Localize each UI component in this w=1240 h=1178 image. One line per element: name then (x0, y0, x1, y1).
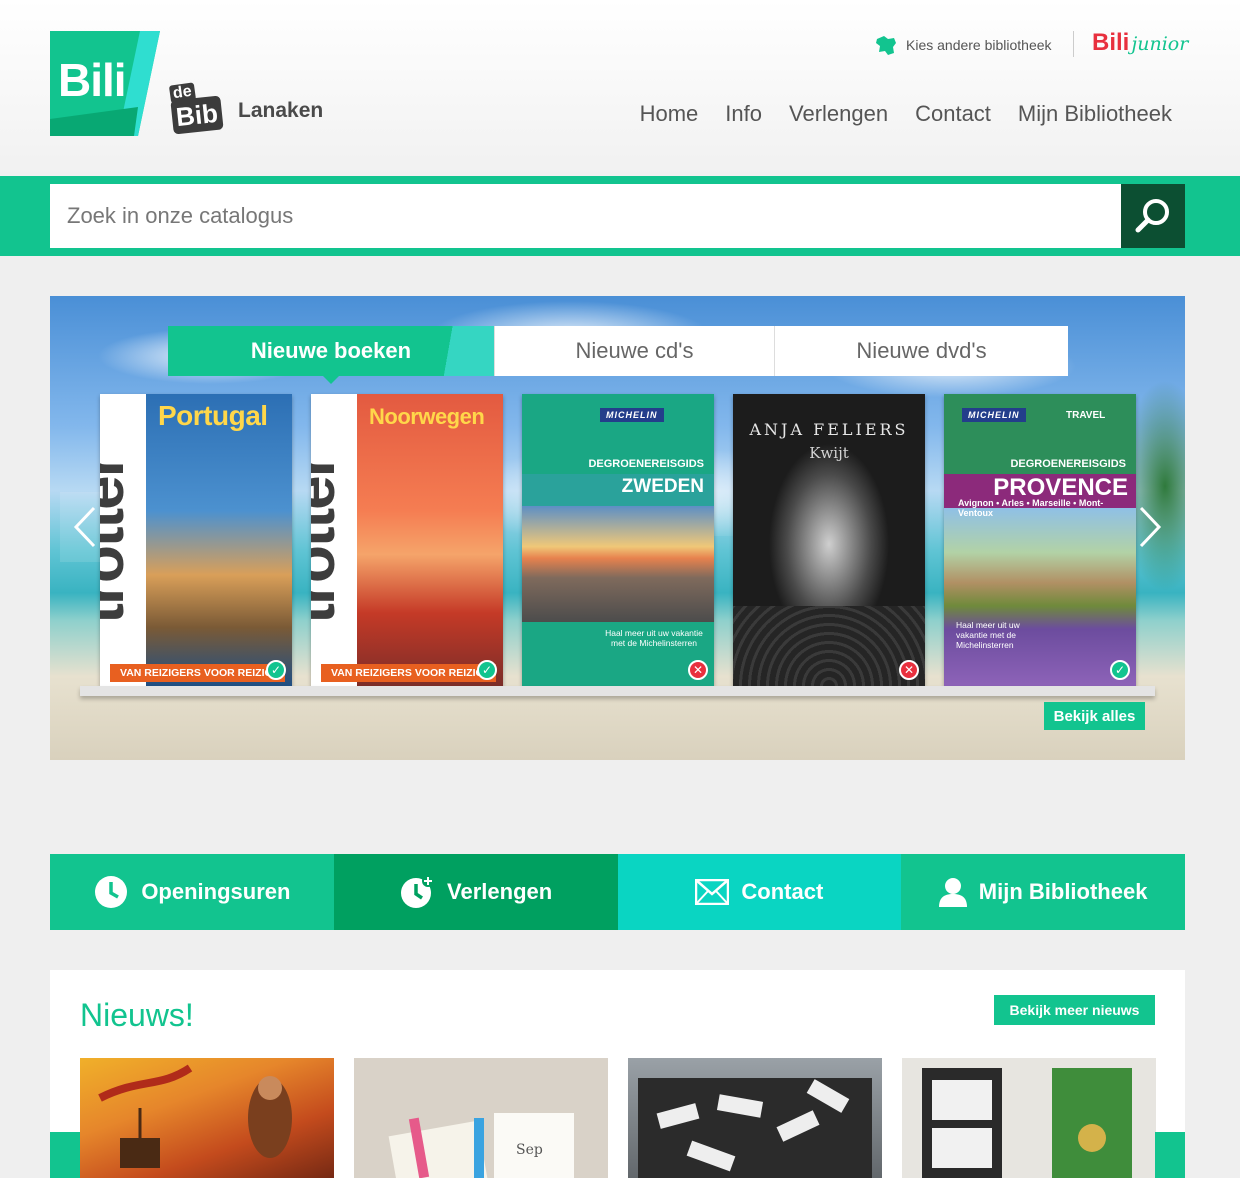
tab-nieuwe-dvds[interactable]: Nieuwe dvd's (774, 326, 1068, 376)
news-item-image[interactable]: Sep (354, 1058, 608, 1178)
quicklink-label: Openingsuren (141, 879, 291, 904)
quicklink-verlengen[interactable]: Verlengen (333, 854, 618, 930)
news-section: Nieuws! Bekijk meer nieuws Sep (50, 970, 1185, 1178)
nav-verlengen[interactable]: Verlengen (789, 101, 888, 127)
book-shelf (80, 686, 1155, 696)
nav-mijn-bibliotheek[interactable]: Mijn Bibliotheek (1018, 101, 1172, 127)
carousel-tabs: Nieuwe boeken Nieuwe cd's Nieuwe dvd's (168, 326, 1068, 384)
book-cover-kwijt[interactable]: ANJA FELIERS Kwijt ✕ (733, 394, 925, 686)
quicklink-contact[interactable]: Contact (617, 854, 902, 930)
news-title: Nieuws! (80, 997, 194, 1033)
search-button[interactable] (1121, 184, 1185, 248)
tab-nieuwe-boeken[interactable]: Nieuwe boeken (168, 326, 494, 384)
debib-logo[interactable]: de Bib (168, 82, 226, 138)
news-prev-button[interactable] (50, 1132, 80, 1178)
trotter-spine: trotter (100, 394, 146, 686)
book-brand: MICHELIN (962, 408, 1026, 422)
trotter-spine: trotter (311, 394, 357, 686)
book-cover-provence[interactable]: MICHELIN TRAVEL DEGROENEREISGIDS PROVENC… (944, 394, 1136, 686)
header-divider (1073, 31, 1074, 57)
quick-links: Openingsuren Verlengen Contact Mijn Bibl… (50, 854, 1185, 930)
nav-home[interactable]: Home (640, 101, 699, 127)
clock-plus-icon (401, 875, 435, 908)
quicklink-label: Contact (741, 879, 824, 904)
book-brand-extra: TRAVEL (1066, 410, 1106, 421)
book-title: Noorwegen (369, 404, 485, 429)
book-author: ANJA FELIERS (749, 420, 909, 439)
book-cover-portugal[interactable]: trotter Portugal VAN REIZIGERS VOOR REIZ… (100, 394, 292, 686)
book-note: Haal meer uit uw vakantie met de Micheli… (605, 628, 703, 648)
cover-photo (522, 506, 714, 622)
news-next-button[interactable] (1155, 1132, 1185, 1178)
bili-junior-bili: Bili (1092, 29, 1130, 56)
site-header: Bili de Bib Lanaken Kies andere biblioth… (0, 0, 1240, 176)
new-items-carousel: Nieuwe boeken Nieuwe cd's Nieuwe dvd's t… (50, 296, 1185, 760)
see-all-button[interactable]: Bekijk alles (1044, 702, 1145, 730)
book-brand: MICHELIN (600, 408, 664, 422)
chevron-left-icon (73, 506, 96, 548)
news-item-image[interactable] (80, 1058, 334, 1178)
clock-icon (95, 876, 128, 908)
search-icon (1135, 199, 1169, 233)
switch-library-label: Kies andere bibliotheek (906, 37, 1052, 53)
quicklink-label: Mijn Bibliotheek (978, 879, 1148, 904)
nav-info[interactable]: Info (725, 101, 762, 127)
search-input[interactable] (50, 184, 1121, 248)
map-belgium-icon (876, 36, 896, 55)
quicklink-label: Verlengen (447, 879, 553, 904)
unavailable-cross-icon: ✕ (899, 660, 919, 680)
debib-logo-bib: Bib (170, 95, 224, 135)
trotter-series: trotter (311, 455, 348, 624)
main-nav: Home Info Verlengen Contact Mijn Bibliot… (640, 101, 1172, 127)
book-title: Kwijt (809, 444, 849, 462)
more-news-button[interactable]: Bekijk meer nieuws (994, 995, 1155, 1025)
news-item-image[interactable] (902, 1058, 1156, 1178)
quicklink-mijn-bibliotheek[interactable]: Mijn Bibliotheek (901, 854, 1185, 930)
search-bar (0, 176, 1240, 256)
quicklink-openingsuren[interactable]: Openingsuren (50, 854, 334, 930)
book-series: DEGROENEREISGIDS (588, 458, 704, 470)
news-item-image[interactable] (628, 1058, 882, 1178)
book-cover-zweden[interactable]: MICHELIN DEGROENEREISGIDS ZWEDEN Haal me… (522, 394, 714, 686)
bili-junior-link[interactable]: Bili junior (1092, 29, 1188, 57)
book-note: Haal meer uit uw vakantie met de Micheli… (956, 620, 1020, 650)
envelope-icon (695, 879, 730, 905)
book-strip: VAN REIZIGERS VOOR REIZIGERS (321, 664, 496, 682)
chevron-right-icon (1139, 506, 1162, 548)
book-subtitle: Avignon • Arles • Marseille • Mont-Vento… (958, 498, 1104, 518)
book-cover-noorwegen[interactable]: trotter Noorwegen VAN REIZIGERS VOOR REI… (311, 394, 503, 686)
user-icon (938, 878, 967, 907)
bili-junior-text: junior (1131, 33, 1189, 55)
cover-lace-pattern (733, 606, 925, 686)
switch-library-link[interactable]: Kies andere bibliotheek (874, 33, 1052, 57)
unavailable-cross-icon: ✕ (688, 660, 708, 680)
bili-logo-text: Bili (58, 54, 127, 106)
book-title: ZWEDEN (621, 476, 704, 497)
cover-photo (944, 508, 1136, 686)
book-series: DEGROENEREISGIDS (1010, 458, 1126, 470)
library-name: Lanaken (238, 99, 324, 122)
book-list: trotter Portugal VAN REIZIGERS VOOR REIZ… (100, 394, 1140, 686)
svg-text:Sep: Sep (516, 1142, 543, 1158)
book-strip: VAN REIZIGERS VOOR REIZIGERS (110, 664, 285, 682)
available-check-icon: ✓ (1110, 660, 1130, 680)
bili-logo[interactable]: Bili (50, 31, 160, 136)
trotter-series: trotter (100, 455, 137, 624)
book-title: Portugal (158, 400, 268, 431)
nav-contact[interactable]: Contact (915, 101, 991, 127)
available-check-icon: ✓ (266, 660, 286, 680)
tab-nieuwe-cds[interactable]: Nieuwe cd's (494, 326, 774, 376)
available-check-icon: ✓ (477, 660, 497, 680)
